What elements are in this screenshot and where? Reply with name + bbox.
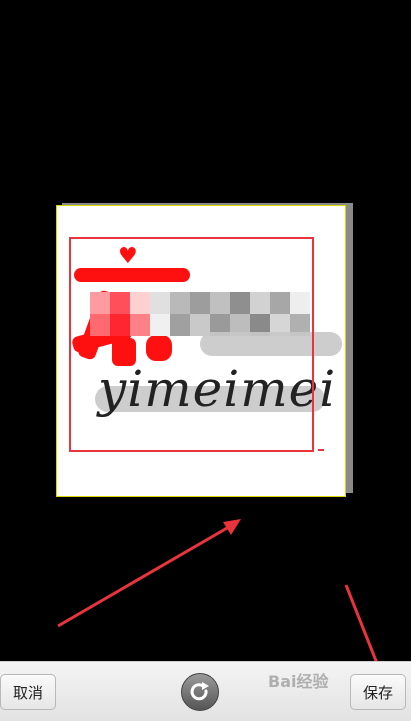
cancel-button[interactable]: 取消 [0, 674, 56, 710]
crop-selection-handle[interactable] [318, 449, 324, 451]
rotate-icon [190, 682, 209, 701]
watermark: Bai经验 [268, 672, 329, 691]
crop-selection-box[interactable] [69, 237, 314, 452]
rotate-button[interactable] [181, 673, 219, 711]
arrow-to-image [57, 519, 241, 628]
save-button[interactable]: 保存 [350, 674, 406, 710]
bottom-toolbar: 取消 保存 [0, 661, 411, 721]
